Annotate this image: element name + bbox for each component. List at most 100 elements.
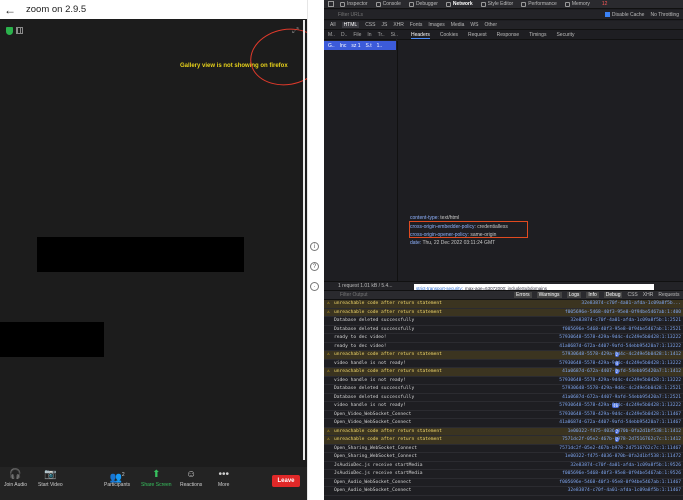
gallery-view-icon[interactable]: [16, 27, 23, 34]
log-source-link[interactable]: f005696e-5468-40f3-95e8-0f94be5467ab:1:1…: [559, 480, 681, 485]
type-filter-css[interactable]: CSS: [365, 22, 375, 28]
log-source-link[interactable]: 41a0687d-672a-4407-9afd-54ebb95420a7:1:1…: [559, 344, 681, 349]
log-source-link[interactable]: 32e83874-c70f-4a01-afda-1c09a8f5b:1:2521: [570, 318, 681, 323]
log-source-link[interactable]: 7571dc2f-05e2-467b-b978-2d7516762c7c:1:1…: [562, 437, 681, 442]
console-log-row[interactable]: ⚠ unreachable code after return statement…: [324, 436, 683, 445]
console-log-row[interactable]: Open_Audio_WebSocket_Connect 32e83874-c70…: [324, 487, 683, 496]
log-source-link[interactable]: 32e83874-c70f-4a01-afda-1c09a8f5b:1:9526: [570, 463, 681, 468]
info-icon[interactable]: i: [310, 242, 319, 251]
log-source-link[interactable]: 32e83874-c70f-4a01-afda-1c09a8f5b...: [581, 301, 681, 306]
console-log-row[interactable]: JsAudioDec.js receive startMedia 32e83874…: [324, 462, 683, 470]
participants-button[interactable]: 👥2 Participants: [104, 470, 130, 488]
type-filter-ws[interactable]: WS: [470, 22, 478, 28]
tab-response[interactable]: Response: [497, 32, 520, 38]
throttling-select[interactable]: No Throttling: [650, 12, 679, 18]
type-filter-all[interactable]: All: [330, 22, 336, 28]
filter-errors[interactable]: Errors: [514, 292, 532, 298]
leave-button[interactable]: Leave: [272, 475, 300, 487]
log-source-link[interactable]: 57930648-5578-429a-9d4c-4c249e5b0428:1:1…: [562, 352, 681, 357]
log-source-link[interactable]: 57930648-5578-429a-9d4c-4c249e5b0428:1:1…: [559, 378, 681, 383]
log-source-link[interactable]: 41a0687d-672a-4407-9afd-54ebb95420a7:1:2…: [562, 395, 681, 400]
console-log-row[interactable]: video handle is not ready! 46 57930648-557…: [324, 402, 683, 411]
log-source-link[interactable]: 57930648-5578-429a-9d4c-4c249e5b0428:1:1…: [559, 335, 681, 340]
type-filter-xhr[interactable]: XHR: [393, 22, 404, 28]
log-source-link[interactable]: f005696e-5468-40f3-95e8-0f94be5467ab:1:4…: [565, 310, 681, 315]
log-source-link[interactable]: 7571dc2f-05e2-467b-b978-2d7516762c7c:1:1…: [559, 446, 681, 451]
console-log-row[interactable]: ready to dec video! 41a0687d-672a-4407-9a…: [324, 343, 683, 351]
log-source-link[interactable]: 57930648-5578-429a-9d4c-4c249e5b0428:1:2…: [562, 386, 681, 391]
log-source-link[interactable]: 57930648-5578-429a-9d4c-4c249e5b0428:1:1…: [559, 412, 681, 417]
column-file[interactable]: File: [353, 32, 361, 38]
tab-security[interactable]: Security: [556, 32, 574, 38]
console-log-row[interactable]: ⚠ unreachable code after return statement…: [324, 300, 683, 309]
console-log-row[interactable]: JsAudioDec.js receive startMedia f005696e…: [324, 470, 683, 479]
filter-warnings[interactable]: Warnings: [536, 292, 562, 298]
filter-requests[interactable]: Requests: [658, 292, 679, 298]
console-log-row[interactable]: Database deleted successfully f005696e-54…: [324, 326, 683, 334]
tab-console[interactable]: Console: [375, 1, 401, 7]
console-log-row[interactable]: Open_Sharing_WebSocket_Connect 1e00322-f4…: [324, 453, 683, 462]
column-method[interactable]: M..: [328, 32, 335, 38]
console-log-row[interactable]: Open_Video_WebSocket_Connect 57930648-557…: [324, 411, 683, 419]
join-audio-button[interactable]: 🎧 Join Audio: [4, 470, 27, 489]
console-log-row[interactable]: video handle is not ready! 57930648-5578-…: [324, 377, 683, 385]
log-source-link[interactable]: 57930648-5578-429a-9d4c-4c249e5b0428:1:1…: [559, 361, 681, 366]
tab-style-editor[interactable]: Style Editor: [480, 1, 513, 7]
log-source-link[interactable]: 1e00322-f475-4036-870b-0fa2d1bf538:1:141…: [568, 429, 681, 434]
console-log-row[interactable]: ⚠ unreachable code after return statement…: [324, 368, 683, 377]
type-filter-images[interactable]: Images: [428, 22, 444, 28]
help-icon[interactable]: ?: [310, 262, 319, 271]
console-log-row[interactable]: Open_Video_WebSocket_Connect 41a0687d-672…: [324, 419, 683, 428]
console-log-row[interactable]: Database deleted successfully 41a0687d-67…: [324, 394, 683, 402]
filter-urls-input[interactable]: Filter URLs: [338, 12, 363, 18]
tab-cookies[interactable]: Cookies: [440, 32, 458, 38]
tab-memory[interactable]: Memory: [564, 1, 590, 7]
tab-timings[interactable]: Timings: [529, 32, 546, 38]
log-source-link[interactable]: 32e83874-c70f-4a01-afda-1c09a8f5b:1:1146…: [568, 488, 681, 493]
tab-network[interactable]: Network: [445, 1, 473, 7]
console-log-row[interactable]: ⚠ unreachable code after return statement…: [324, 427, 683, 436]
tab-headers[interactable]: Headers: [411, 32, 430, 39]
error-count-badge[interactable]: 12: [602, 1, 608, 7]
filter-css[interactable]: CSS: [627, 292, 637, 298]
console-log-row[interactable]: Database deleted successfully 57930648-55…: [324, 385, 683, 394]
request-row[interactable]: G.. Inc sz 1 S.t 1..: [324, 41, 396, 50]
pick-element-icon[interactable]: [328, 1, 334, 7]
more-button[interactable]: ••• More: [218, 470, 229, 489]
column-initiator[interactable]: In: [367, 32, 371, 38]
tab-performance[interactable]: Performance: [521, 1, 557, 7]
type-filter-media[interactable]: Media: [451, 22, 465, 28]
console-log-row[interactable]: ⚠ unreachable code after return statement…: [324, 308, 683, 317]
type-filter-html[interactable]: HTML: [341, 22, 360, 28]
type-filter-other[interactable]: Other: [484, 22, 497, 28]
console-log-row[interactable]: Open_Audio_WebSocket_Connect f005696e-546…: [324, 479, 683, 487]
console-log-row[interactable]: ⚠ unreachable code after return statement…: [324, 351, 683, 360]
stage-scrollbar[interactable]: [303, 20, 305, 460]
console-log-row[interactable]: Open_Sharing_WebSocket_Connect 7571dc2f-0…: [324, 445, 683, 453]
share-screen-button[interactable]: ⬆ Share Screen: [141, 470, 172, 489]
console-log-row[interactable]: ready to dec video! 57930648-5578-429a-9d…: [324, 334, 683, 343]
filter-info[interactable]: Info: [586, 292, 599, 298]
log-source-link[interactable]: 41a0687d-672a-4407-9afd-54ebb95420a7:1:1…: [559, 420, 681, 425]
type-filter-js[interactable]: JS: [381, 22, 387, 28]
console-log-row[interactable]: video handle is not ready! 4 57930648-5578…: [324, 360, 683, 368]
tab-request[interactable]: Request: [468, 32, 487, 38]
filter-xhr[interactable]: XHR: [643, 292, 654, 298]
disable-cache-checkbox[interactable]: Disable Cache: [604, 12, 644, 18]
column-transferred[interactable]: Tr..: [378, 32, 385, 38]
start-video-button[interactable]: 📷 Start Video: [38, 470, 63, 489]
shield-icon[interactable]: [6, 27, 13, 35]
back-arrow-icon[interactable]: ←: [4, 3, 18, 17]
filter-debug[interactable]: Debug: [603, 292, 623, 298]
log-source-link[interactable]: 57930648-5578-429a-9d4c-4c249e5b0428:1:1…: [559, 403, 681, 408]
log-source-link[interactable]: f005696e-5468-40f3-95e8-0f94be5467ab:1:2…: [562, 327, 681, 332]
type-filter-fonts[interactable]: Fonts: [410, 22, 423, 28]
log-source-link[interactable]: 1e00322-f475-4036-870b-0fa2d1bf538:1:114…: [565, 454, 681, 459]
column-domain[interactable]: D..: [341, 32, 347, 38]
filter-output-input[interactable]: Filter Output: [340, 292, 368, 298]
filter-logs[interactable]: Logs: [566, 292, 582, 298]
log-source-link[interactable]: 41a0687d-672a-4407-9afd-54ebb95420a7:1:1…: [562, 369, 681, 374]
reactions-button[interactable]: ☺ Reactions: [180, 470, 202, 489]
console-log-row[interactable]: Database deleted successfully 32e83874-c7…: [324, 317, 683, 326]
chat-icon[interactable]: ·: [310, 282, 319, 291]
